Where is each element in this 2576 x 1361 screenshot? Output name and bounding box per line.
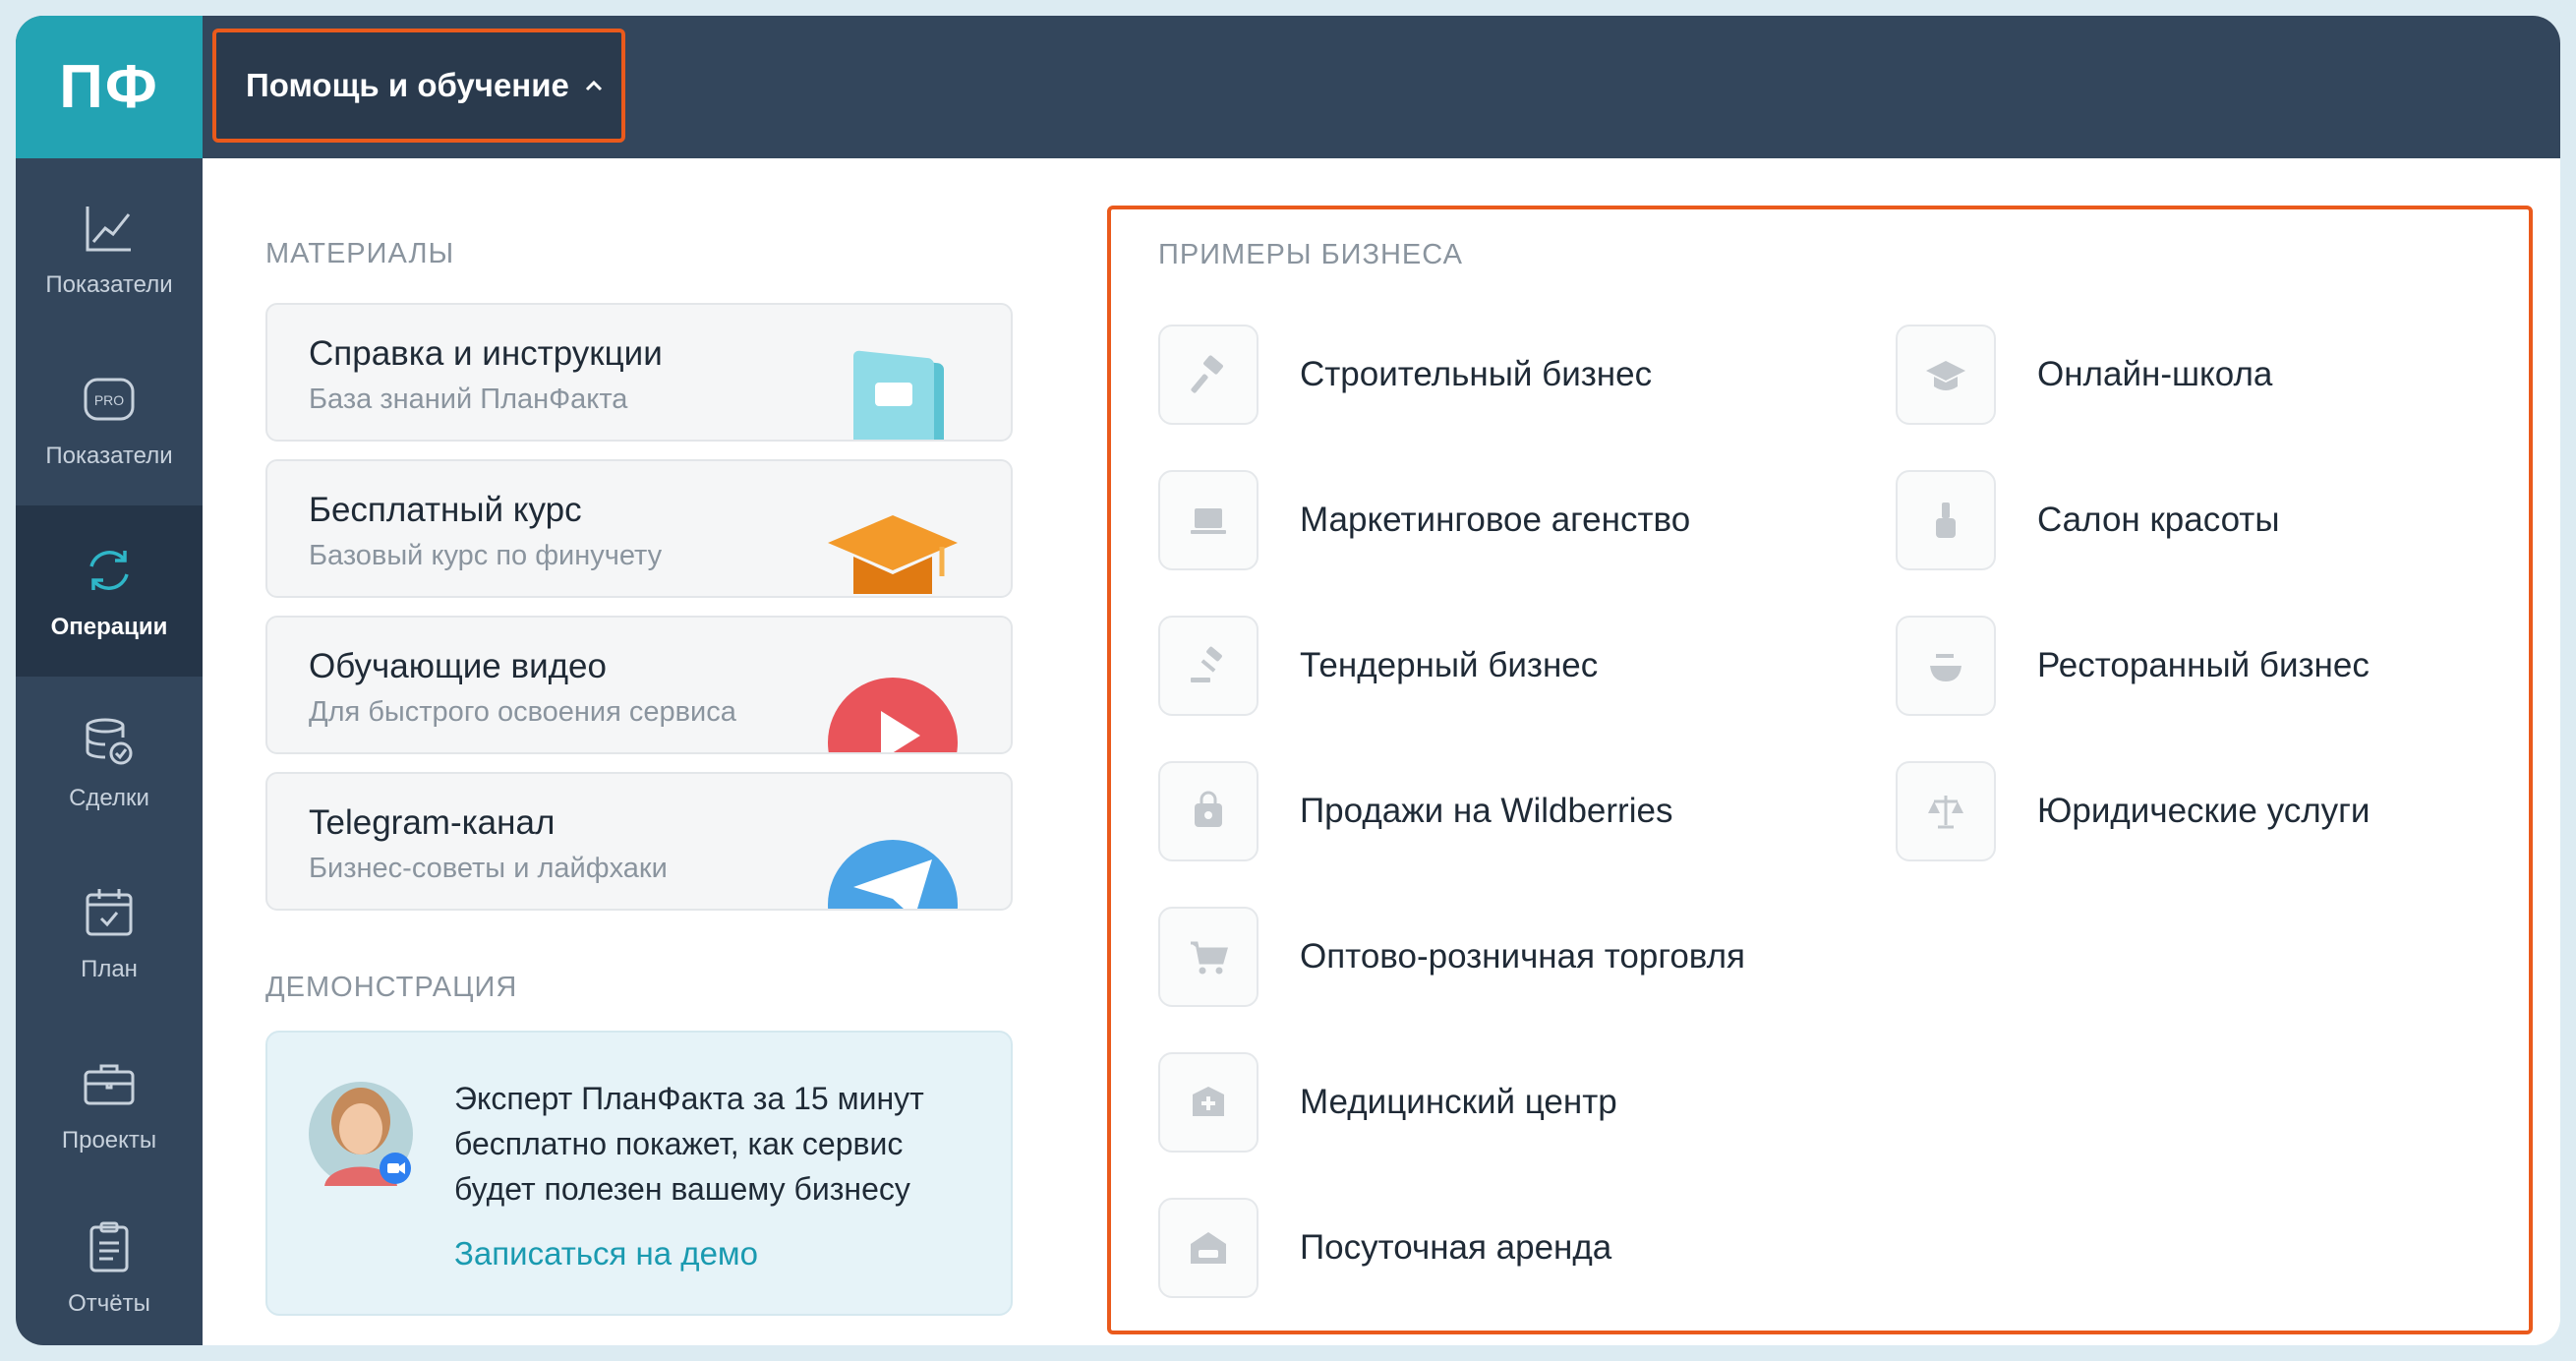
business-item-wholesale-retail[interactable]: Оптово-розничная торговля xyxy=(1158,907,1745,1007)
business-item-label: Посуточная аренда xyxy=(1300,1228,1612,1267)
business-item-label: Онлайн-школа xyxy=(2037,355,2273,393)
top-bar: Помощь и обучение xyxy=(203,16,2560,158)
play-icon xyxy=(828,678,958,752)
card-subtitle: Для быстрого освоения сервиса xyxy=(309,696,736,728)
business-item-daily-rent[interactable]: Посуточная аренда xyxy=(1158,1198,1611,1298)
gavel-icon xyxy=(1191,646,1222,682)
business-item-wildberries[interactable]: Продажи на Wildberries xyxy=(1158,761,1672,861)
laptop-icon xyxy=(1191,508,1226,534)
app-logo[interactable]: ПФ xyxy=(16,16,203,158)
sidebar-item-label: Сделки xyxy=(69,785,149,811)
app-window: ПФ Показатели PRO Показатели Операции Сд… xyxy=(16,16,2560,1345)
sidebar-item-label: Проекты xyxy=(61,1127,157,1154)
card-title: Справка и инструкции xyxy=(309,334,663,373)
card-title: Обучающие видео xyxy=(309,647,607,685)
business-item-label: Медицинский центр xyxy=(1300,1083,1617,1121)
book-demo-link[interactable]: Записаться на демо xyxy=(454,1235,758,1272)
dish-icon xyxy=(1930,654,1961,681)
line-chart-icon xyxy=(86,207,131,252)
business-item-medical[interactable]: Медицинский центр xyxy=(1158,1052,1617,1153)
card-subtitle: База знаний ПланФакта xyxy=(309,384,628,415)
sidebar-item-label: Показатели xyxy=(45,443,173,469)
business-item-label: Ресторанный бизнес xyxy=(2037,646,2370,684)
card-telegram-channel[interactable]: Telegram-канал Бизнес-советы и лайфхаки xyxy=(265,772,1013,911)
sidebar-item-label: Отчёты xyxy=(68,1290,150,1317)
scales-icon xyxy=(1928,796,1963,829)
help-dropdown-panel: МАТЕРИАЛЫ Справка и инструкции База знан… xyxy=(212,165,2560,1345)
sidebar-item-label: План xyxy=(81,956,138,982)
sidebar-item-reports[interactable]: Отчёты xyxy=(16,1190,203,1345)
demo-section-title: ДЕМОНСТРАЦИЯ xyxy=(265,972,518,1003)
pro-badge-icon: PRO xyxy=(84,378,135,421)
sync-arrows-icon xyxy=(89,551,129,590)
shopping-bag-icon xyxy=(1195,791,1222,827)
telegram-icon xyxy=(828,840,958,909)
sidebar: ПФ Показатели PRO Показатели Операции Сд… xyxy=(16,16,203,1345)
business-item-tender[interactable]: Тендерный бизнес xyxy=(1158,616,1598,716)
demo-description: Эксперт ПланФакта за 15 минут бесплатно … xyxy=(454,1081,924,1207)
sidebar-item-label: Операции xyxy=(50,614,168,640)
business-item-label: Салон красоты xyxy=(2037,501,2280,539)
sidebar-item-plan[interactable]: План xyxy=(16,848,203,1019)
hammer-icon xyxy=(1191,355,1223,393)
sidebar-item-projects[interactable]: Проекты xyxy=(16,1019,203,1190)
sidebar-item-indicators[interactable]: Показатели xyxy=(16,163,203,334)
materials-section-title: МАТЕРИАЛЫ xyxy=(265,238,455,269)
business-item-label: Оптово-розничная торговля xyxy=(1300,937,1745,976)
svg-text:PRO: PRO xyxy=(94,392,124,408)
graduation-icon xyxy=(1926,361,1965,390)
business-item-construction[interactable]: Строительный бизнес xyxy=(1158,325,1652,425)
business-item-marketing[interactable]: Маркетинговое агенство xyxy=(1158,470,1690,570)
graduation-cap-icon xyxy=(828,515,958,594)
card-title: Telegram-канал xyxy=(309,803,556,842)
sidebar-item-label: Показатели xyxy=(45,271,173,298)
book-icon xyxy=(853,350,944,440)
business-item-beauty-salon[interactable]: Салон красоты xyxy=(1896,470,2280,570)
business-item-restaurant[interactable]: Ресторанный бизнес xyxy=(1896,616,2370,716)
business-item-online-school[interactable]: Онлайн-школа xyxy=(1896,325,2272,425)
card-title: Бесплатный курс xyxy=(309,491,582,529)
nail-polish-icon xyxy=(1936,503,1956,538)
business-examples-box: ПРИМЕРЫ БИЗНЕСА Строительный бизнес Марк… xyxy=(1107,206,2533,1334)
medical-icon xyxy=(1193,1087,1224,1116)
business-item-label: Тендерный бизнес xyxy=(1300,646,1599,684)
business-item-label: Маркетинговое агенство xyxy=(1300,501,1691,539)
briefcase-icon xyxy=(84,1064,135,1105)
clipboard-icon xyxy=(89,1221,129,1272)
database-check-icon xyxy=(86,718,133,765)
sidebar-item-operations[interactable]: Операции xyxy=(16,505,203,677)
chevron-up-icon xyxy=(585,80,602,91)
help-and-learning-button[interactable]: Помощь и обучение xyxy=(212,29,625,143)
bed-icon xyxy=(1191,1232,1226,1264)
business-item-label: Строительный бизнес xyxy=(1300,355,1653,393)
business-item-label: Юридические услуги xyxy=(2037,792,2371,830)
card-subtitle: Базовый курс по финучету xyxy=(309,540,663,571)
business-item-label: Продажи на Wildberries xyxy=(1300,792,1673,830)
help-button-label: Помощь и обучение xyxy=(246,67,569,103)
demo-card: Эксперт ПланФакта за 15 минут бесплатно … xyxy=(265,1031,1013,1316)
card-help-docs[interactable]: Справка и инструкции База знаний ПланФак… xyxy=(265,303,1013,442)
calendar-check-icon xyxy=(86,889,133,936)
card-free-course[interactable]: Бесплатный курс Базовый курс по финучету xyxy=(265,459,1013,598)
card-training-videos[interactable]: Обучающие видео Для быстрого освоения се… xyxy=(265,616,1013,754)
sidebar-item-indicators-pro[interactable]: PRO Показатели xyxy=(16,334,203,505)
sidebar-item-deals[interactable]: Сделки xyxy=(16,677,203,848)
card-subtitle: Бизнес-советы и лайфхаки xyxy=(309,853,668,884)
business-section-title: ПРИМЕРЫ БИЗНЕСА xyxy=(1158,239,1463,270)
cart-icon xyxy=(1191,941,1228,975)
business-item-legal[interactable]: Юридические услуги xyxy=(1896,761,2370,861)
avatar xyxy=(309,1082,413,1186)
